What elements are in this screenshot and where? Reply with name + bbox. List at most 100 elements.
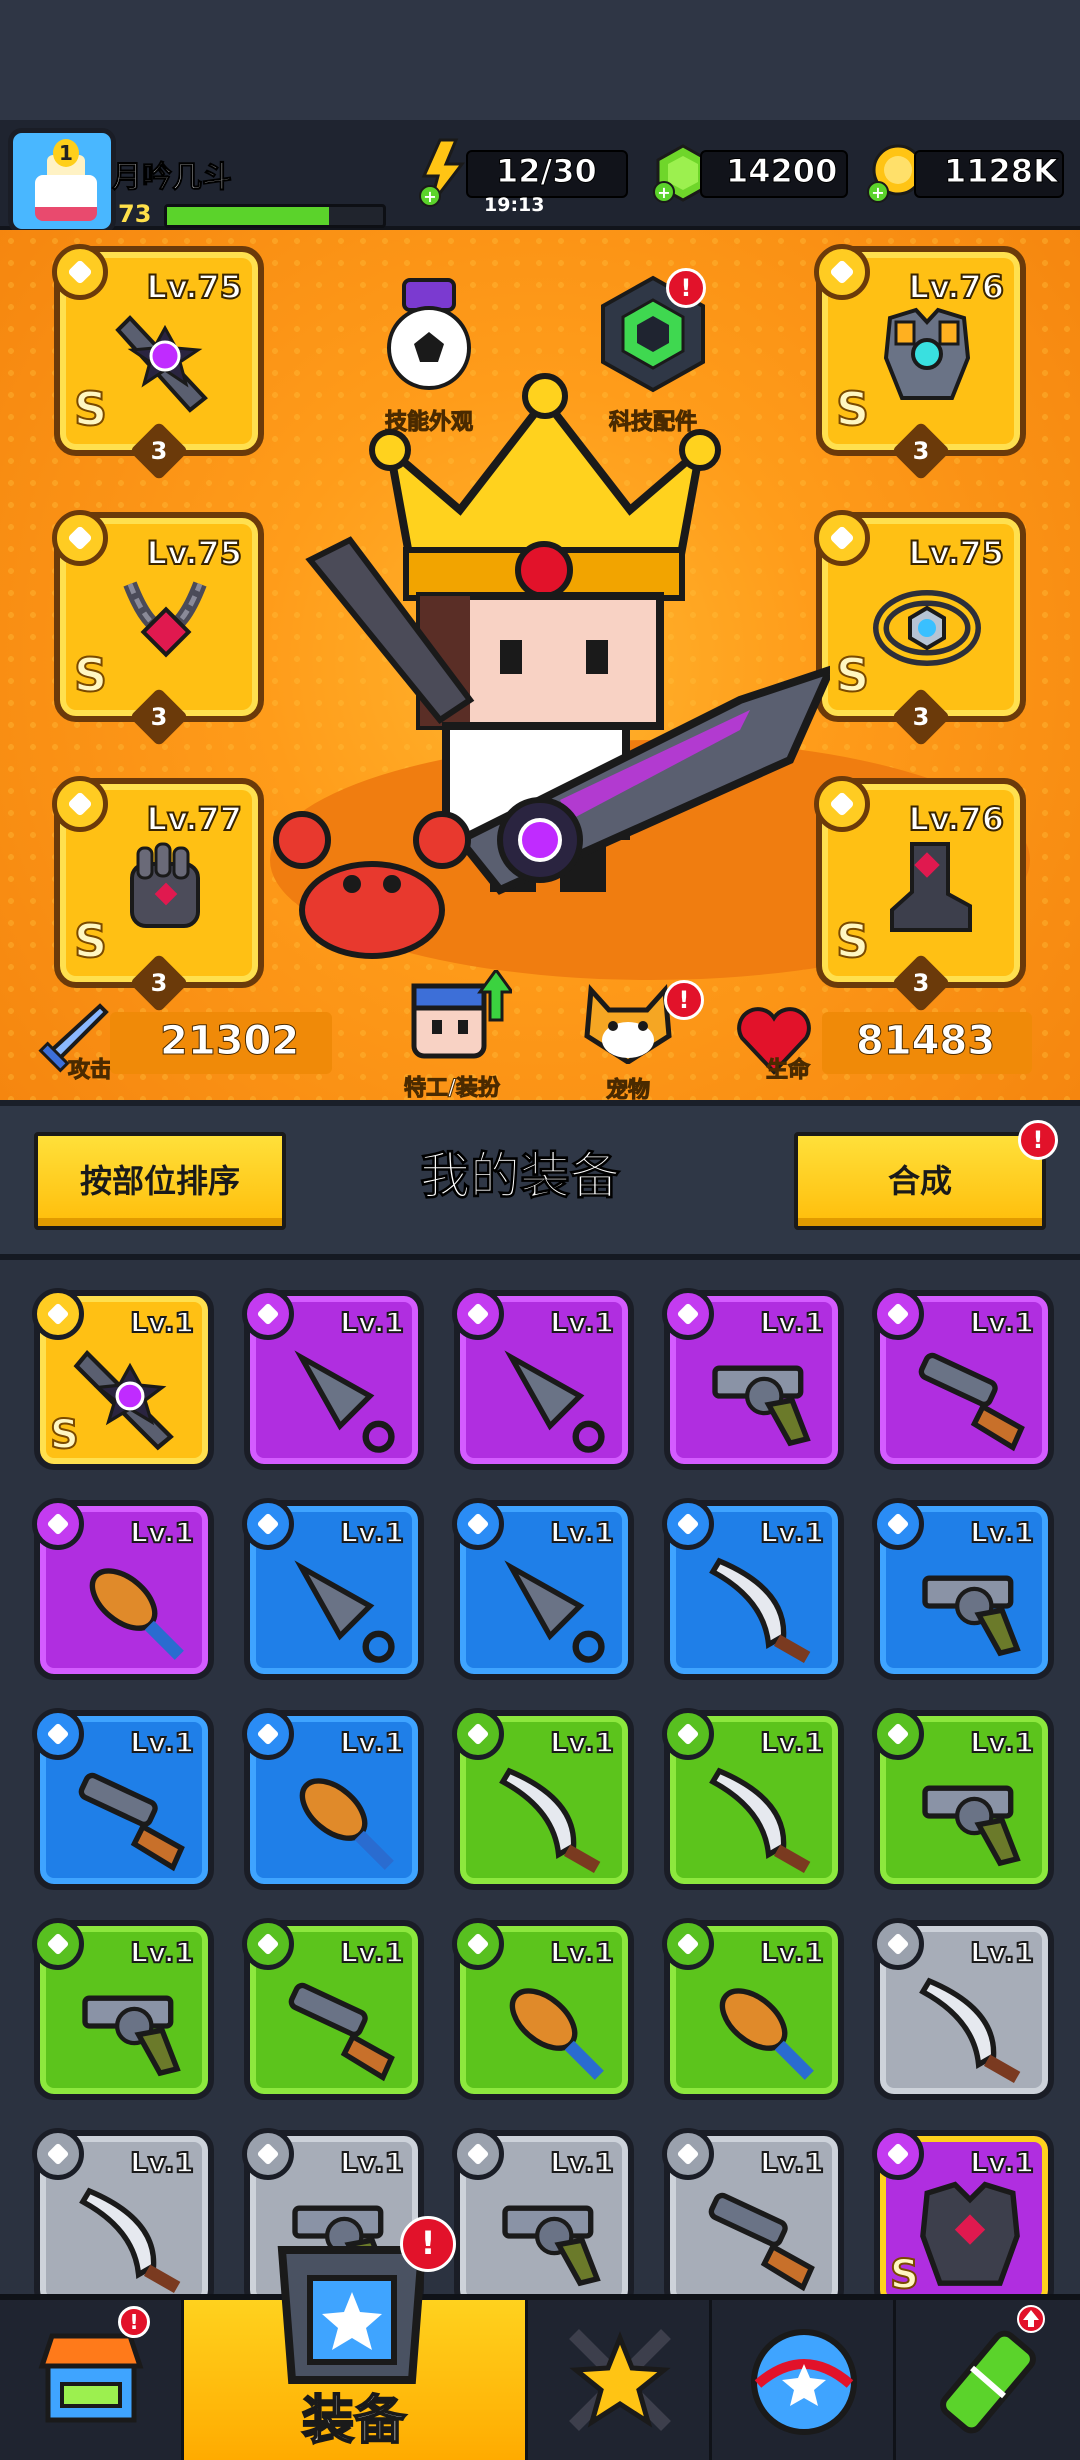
svg-text:+: +: [871, 183, 884, 202]
shotgun-icon: [708, 2192, 815, 2292]
equip-slot-weapon[interactable]: Lv.75 S 3: [52, 244, 264, 481]
kunai-icon: [504, 1350, 605, 1453]
inventory-item[interactable]: Lv.1: [662, 1288, 844, 1470]
shop-alert-badge: !: [118, 2306, 150, 2338]
item-level: Lv.1: [759, 1725, 825, 1760]
shotgun-icon: [288, 1982, 395, 2082]
nav-tab-arena[interactable]: [712, 2300, 896, 2460]
inventory-item[interactable]: Lv.1: [452, 2128, 634, 2310]
kunai-icon: [294, 1350, 395, 1453]
equip-slot-belt[interactable]: Lv.75 S 3: [814, 510, 1026, 747]
inventory-item[interactable]: Lv.1 S: [32, 1288, 214, 1470]
shotgun-icon: [78, 1772, 185, 1872]
weapon-type-badge-icon: [32, 1708, 84, 1760]
shotgun-icon: [918, 1352, 1025, 1452]
inventory-item[interactable]: Lv.1: [32, 2128, 214, 2310]
revolver-icon: [712, 1365, 811, 1447]
bat-icon: [719, 1988, 814, 2080]
bat-icon: [509, 1988, 604, 2080]
inventory-item[interactable]: Lv.1: [242, 1708, 424, 1890]
item-level: Lv.1: [339, 1515, 405, 1550]
xp-bar: [164, 204, 386, 228]
inventory-item[interactable]: Lv.1: [32, 1918, 214, 2100]
nav-tab-dna[interactable]: [896, 2300, 1080, 2460]
weapon-type-badge-icon: [872, 1918, 924, 1970]
status-strip: [0, 0, 1080, 120]
inventory-item[interactable]: Lv.1: [242, 1288, 424, 1470]
item-level: Lv.1: [969, 2145, 1035, 2180]
weapon-type-badge-icon: [242, 1918, 294, 1970]
weapon-type-badge-icon: [242, 2128, 294, 2180]
chain-necklace-icon: [123, 581, 207, 658]
weapon-type-badge-icon: [662, 1708, 714, 1760]
revolver-icon: [922, 1785, 1021, 1867]
inventory-item[interactable]: Lv.1: [872, 1918, 1054, 2100]
gloves-type-icon: [52, 776, 108, 832]
hp-label: 生命: [765, 1058, 811, 1084]
slot-stars: 3: [129, 687, 189, 747]
xp-fill: [167, 207, 329, 225]
agent-face-icon: [411, 967, 515, 1059]
shuriken-blade-icon: [115, 315, 208, 413]
player-avatar[interactable]: 1: [8, 128, 116, 234]
equip-slot-boots[interactable]: Lv.76 S 3: [814, 776, 1026, 1013]
svg-text:+: +: [423, 187, 436, 206]
item-level: Lv.1: [969, 1935, 1035, 1970]
shuriken-blade-icon: [73, 1349, 174, 1451]
ring-belt-icon: [873, 590, 981, 666]
inventory-item[interactable]: Lv.1: [242, 1918, 424, 2100]
merge-alert-badge: !: [1018, 1120, 1058, 1160]
inventory-item[interactable]: Lv.1: [872, 1288, 1054, 1470]
inventory-item[interactable]: Lv.1: [662, 1918, 844, 2100]
hp-value: 81483: [855, 1018, 996, 1065]
item-level: Lv.1: [129, 1515, 195, 1550]
nav-tab-shop[interactable]: [0, 2300, 184, 2460]
inventory-item[interactable]: Lv.1: [452, 1918, 634, 2100]
item-level: Lv.1: [759, 2145, 825, 2180]
equip-slot-necklace[interactable]: Lv.75 S 3: [52, 510, 264, 747]
inventory-item[interactable]: Lv.1: [662, 1708, 844, 1890]
equip-slot-gloves[interactable]: Lv.77 S 3: [52, 776, 264, 1013]
energy-bolt-icon[interactable]: +: [418, 138, 468, 208]
slot-rank: S: [73, 913, 108, 969]
nav-tab-battle[interactable]: [528, 2300, 712, 2460]
slot-rank: S: [835, 381, 870, 437]
inventory-item[interactable]: Lv.1: [662, 2128, 844, 2310]
inventory-item[interactable]: Lv.1: [32, 1708, 214, 1890]
inventory-item[interactable]: Lv.1: [872, 1498, 1054, 1680]
agent-outfit-button[interactable]: 特工/装扮: [382, 967, 522, 1102]
slot-stars: 3: [891, 953, 951, 1013]
merge-button[interactable]: 合成: [794, 1132, 1046, 1230]
inventory-item[interactable]: Lv.1: [242, 1498, 424, 1680]
item-level: Lv.1: [129, 1725, 195, 1760]
weapon-type-badge-icon: [662, 1288, 714, 1340]
inventory-item[interactable]: Lv.1: [872, 1708, 1054, 1890]
inventory-item[interactable]: Lv.1: [662, 1498, 844, 1680]
item-level: Lv.1: [969, 1515, 1035, 1550]
inventory-item[interactable]: Lv.1: [452, 1708, 634, 1890]
weapon-type-badge-icon: [452, 1288, 504, 1340]
dna-tube-icon: [940, 2330, 1036, 2434]
inventory-item[interactable]: Lv.1: [452, 1288, 634, 1470]
bat-icon: [299, 1778, 394, 1870]
inventory-item[interactable]: Lv.1: [32, 1498, 214, 1680]
nav-equipment-label: 装备: [301, 2390, 407, 2452]
energy-timer: 19:13: [484, 194, 545, 216]
nav-tab-equipment[interactable]: 装备: [184, 2246, 528, 2460]
item-level: Lv.1: [129, 1935, 195, 1970]
equip-slot-armor[interactable]: Lv.76 S 3: [814, 244, 1026, 481]
coin-value: 1128K: [944, 152, 1059, 191]
weapon-type-badge-icon: [452, 1918, 504, 1970]
item-level: Lv.1: [969, 1305, 1035, 1340]
weapon-type-badge-icon: [32, 1498, 84, 1550]
equipment-title: 我的装备: [420, 1147, 621, 1206]
crab-pet: [273, 811, 471, 959]
weapon-type-icon: [52, 244, 108, 300]
sort-by-slot-button[interactable]: 按部位排序: [34, 1132, 286, 1230]
energy-value: 12/30: [496, 152, 598, 191]
item-level: Lv.1: [339, 1725, 405, 1760]
item-rank: S: [49, 1411, 80, 1459]
inventory-item[interactable]: Lv.1 S: [872, 2128, 1054, 2310]
inventory-item[interactable]: Lv.1: [452, 1498, 634, 1680]
item-level: Lv.1: [549, 1725, 615, 1760]
